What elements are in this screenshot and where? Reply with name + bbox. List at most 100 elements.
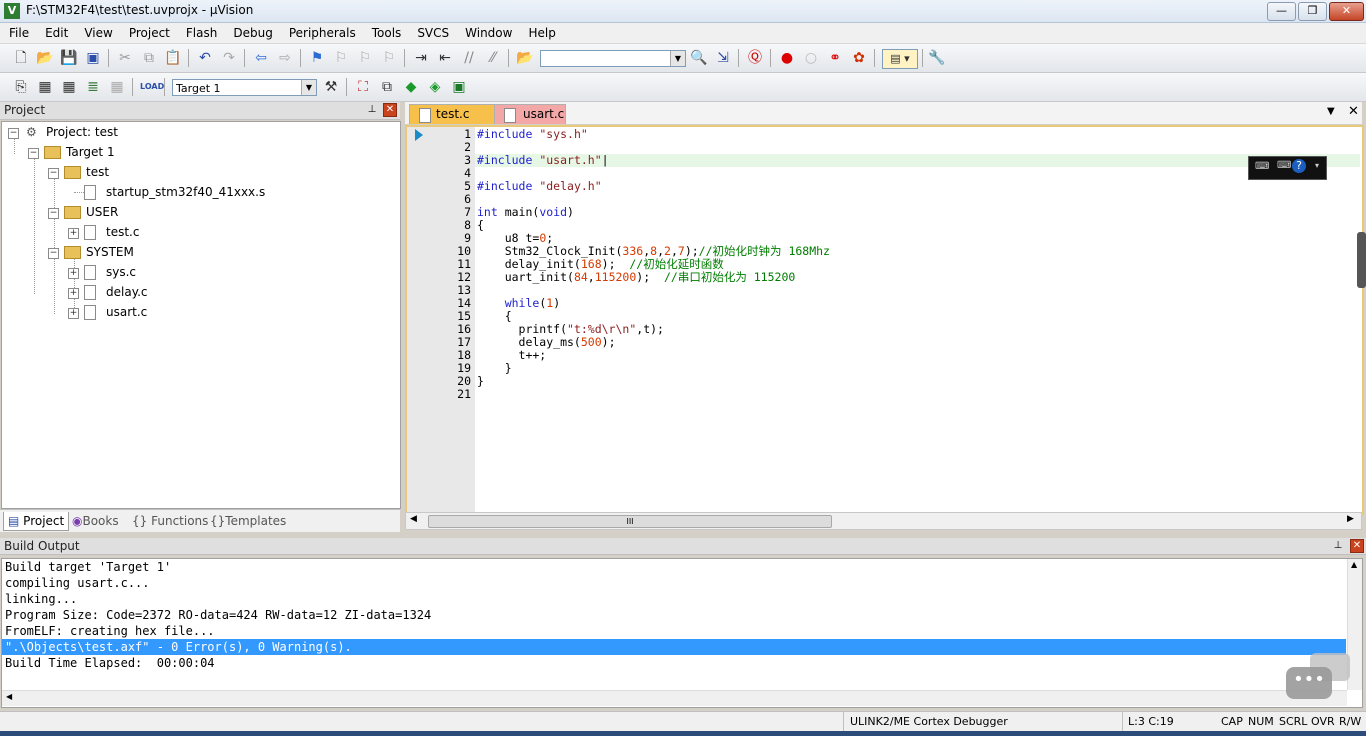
collapse-icon[interactable]: −	[28, 148, 39, 159]
chevron-down-icon[interactable]: ▼	[301, 80, 316, 95]
software-packs-icon[interactable]: ▣	[450, 78, 468, 96]
prev-bookmark-icon[interactable]: ⚐	[332, 49, 350, 67]
pin-icon[interactable]: ⊥	[366, 104, 378, 116]
configure-icon[interactable]: 🔧	[928, 49, 946, 67]
window-title: F:\STM32F4\test\test.uvprojx - µVision	[26, 3, 254, 17]
os-taskbar	[0, 731, 1366, 736]
collapse-icon[interactable]: −	[48, 168, 59, 179]
menu-help[interactable]: Help	[519, 23, 562, 41]
disable-breakpoint-icon[interactable]: ○	[802, 49, 820, 67]
paste-icon[interactable]: 📋	[164, 49, 182, 67]
build-icon[interactable]: ▦	[36, 78, 54, 96]
scroll-up-icon[interactable]: ▲	[1351, 560, 1357, 569]
expand-icon[interactable]: +	[68, 308, 79, 319]
disable-all-breakpoints-icon[interactable]: ⚭	[826, 49, 844, 67]
expand-icon[interactable]: +	[68, 268, 79, 279]
translate-icon[interactable]: ⎘	[12, 78, 30, 96]
keyboard-icon[interactable]: ⌨	[1277, 160, 1291, 171]
collapse-icon[interactable]: −	[48, 208, 59, 219]
breakpoint-icon[interactable]: ●	[778, 49, 796, 67]
next-bookmark-icon[interactable]: ⚐	[356, 49, 374, 67]
expand-icon[interactable]: +	[68, 288, 79, 299]
menu-file[interactable]: File	[0, 23, 36, 41]
menu-tools[interactable]: Tools	[363, 23, 409, 41]
build-output-text[interactable]: Build target 'Target 1' compiling usart.…	[1, 558, 1363, 708]
chevron-down-icon[interactable]: ▼	[670, 51, 685, 66]
navigate-forward-icon[interactable]: ⇨	[276, 49, 294, 67]
window-layout-icon[interactable]: ▤ ▾	[882, 49, 918, 69]
chevron-down-icon[interactable]: ▾	[1315, 161, 1319, 170]
tab-usart-c[interactable]: usart.c	[494, 104, 566, 124]
save-all-icon[interactable]: ▣	[84, 49, 102, 67]
batch-build-icon[interactable]: ≣	[84, 78, 102, 96]
scroll-left-icon[interactable]: ◀	[6, 692, 12, 701]
kill-all-breakpoints-icon[interactable]: ✿	[850, 49, 868, 67]
close-panel-icon[interactable]: ✕	[383, 103, 397, 117]
menu-view[interactable]: View	[75, 23, 119, 41]
scroll-thumb[interactable]: III	[428, 515, 832, 528]
save-icon[interactable]: 💾	[60, 49, 78, 67]
menu-edit[interactable]: Edit	[36, 23, 75, 41]
download-icon[interactable]: LOAD	[140, 78, 164, 96]
copy-icon[interactable]: ⧉	[140, 49, 158, 67]
redo-icon[interactable]: ↷	[220, 49, 238, 67]
maximize-button[interactable]: ❐	[1298, 2, 1327, 21]
floating-ime-toolbar[interactable]: ⌨ ⌨ ? ▾	[1248, 156, 1327, 180]
manage-rte-icon[interactable]: ◆	[402, 78, 420, 96]
tab-test-c[interactable]: test.c	[409, 104, 497, 124]
minimize-button[interactable]: —	[1267, 2, 1296, 21]
menu-window[interactable]: Window	[456, 23, 519, 41]
collapse-icon[interactable]: −	[48, 248, 59, 259]
pin-icon[interactable]: ⊥	[1332, 540, 1344, 552]
select-packs-icon[interactable]: ⧉	[378, 78, 396, 96]
menu-peripherals[interactable]: Peripherals	[280, 23, 363, 41]
target-select[interactable]: Target 1 ▼	[172, 79, 317, 96]
scroll-left-icon[interactable]: ◀	[410, 514, 417, 524]
comment-icon[interactable]: //	[460, 49, 478, 67]
indent-icon[interactable]: ⇥	[412, 49, 430, 67]
menu-project[interactable]: Project	[120, 23, 177, 41]
scroll-right-icon[interactable]: ▶	[1347, 514, 1354, 524]
help-icon[interactable]: ?	[1292, 159, 1306, 173]
navigate-back-icon[interactable]: ⇦	[252, 49, 270, 67]
side-scroll-indicator[interactable]	[1357, 232, 1366, 288]
menu-debug[interactable]: Debug	[224, 23, 279, 41]
collapse-icon[interactable]: −	[8, 128, 19, 139]
tab-functions[interactable]: {} Functions	[128, 512, 212, 530]
tab-project[interactable]: ▤ Project	[3, 512, 70, 531]
build-line: FromELF: creating hex file...	[5, 624, 215, 638]
tab-books[interactable]: ◉Books	[68, 512, 123, 530]
find-icon[interactable]: 🔍	[690, 49, 708, 67]
uncomment-icon[interactable]: ⁄⁄	[484, 49, 502, 67]
cut-icon[interactable]: ✂	[116, 49, 134, 67]
incremental-find-icon[interactable]: ⇲	[714, 49, 732, 67]
build-line: linking...	[5, 592, 78, 606]
unindent-icon[interactable]: ⇤	[436, 49, 454, 67]
stop-build-icon[interactable]: ▦	[108, 78, 126, 96]
tab-templates[interactable]: {}Templates	[206, 512, 290, 530]
tab-list-chevron-icon[interactable]: ▼	[1327, 106, 1335, 117]
editor-horizontal-scrollbar[interactable]: ◀ III ▶	[405, 512, 1362, 530]
new-file-icon[interactable]: 🗋	[12, 49, 30, 67]
build-horizontal-scrollbar[interactable]: ◀	[2, 690, 1347, 706]
undo-icon[interactable]: ↶	[196, 49, 214, 67]
expand-icon[interactable]: +	[68, 228, 79, 239]
debug-session-icon[interactable]: Ⓠ	[746, 49, 764, 67]
target-options-icon[interactable]: ⚒	[322, 78, 340, 96]
close-tab-icon[interactable]: ✕	[1348, 104, 1359, 119]
find-in-files-icon[interactable]: 📂	[516, 49, 534, 67]
manage-project-items-icon[interactable]: ⛶	[354, 78, 372, 96]
close-panel-icon[interactable]: ✕	[1350, 539, 1364, 553]
file-icon	[84, 305, 96, 320]
find-combo[interactable]: ▼	[540, 50, 686, 67]
clear-bookmarks-icon[interactable]: ⚐	[380, 49, 398, 67]
bookmark-icon[interactable]: ⚑	[308, 49, 326, 67]
close-button[interactable]: ✕	[1329, 2, 1364, 21]
keyboard-icon[interactable]: ⌨	[1255, 161, 1269, 172]
open-file-icon[interactable]: 📂	[36, 49, 54, 67]
code-editor[interactable]: 1 2 3 4 5 6 7 8 9 10 11 12 13 14 15 16 1…	[405, 125, 1364, 515]
menu-svcs[interactable]: SVCS	[408, 23, 456, 41]
rebuild-icon[interactable]: ▦	[60, 78, 78, 96]
pack-installer-icon[interactable]: ◈	[426, 78, 444, 96]
menu-flash[interactable]: Flash	[177, 23, 224, 41]
